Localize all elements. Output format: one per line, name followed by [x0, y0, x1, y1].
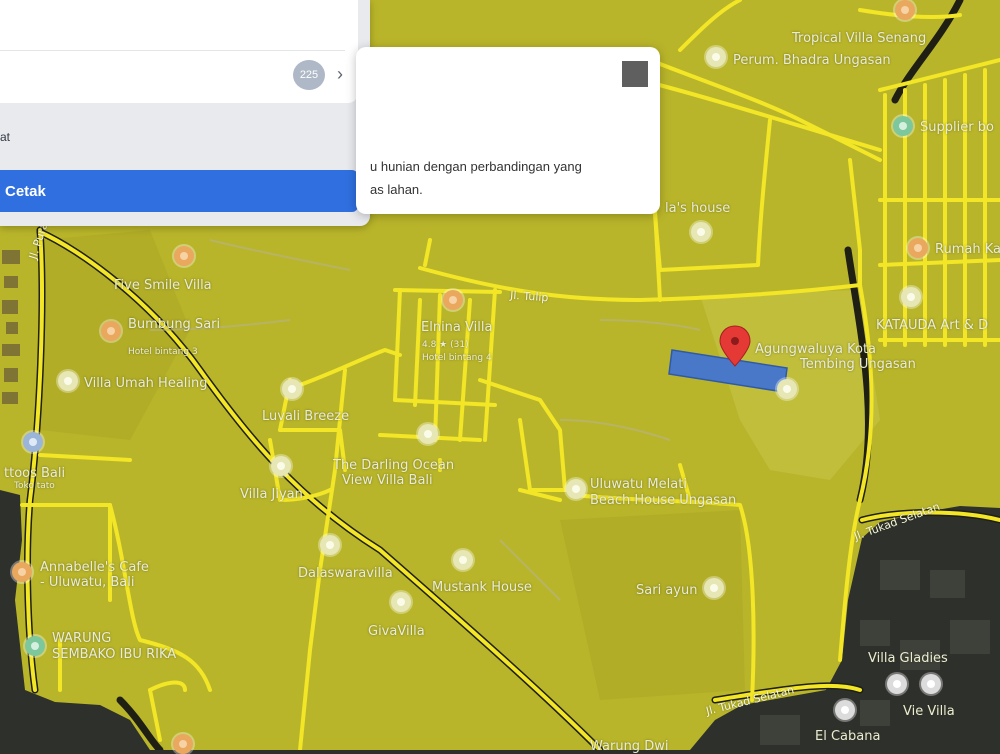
panel-card[interactable]: 225 › — [0, 0, 358, 103]
place-pin-icon[interactable] — [271, 456, 291, 476]
place-pin-icon[interactable] — [706, 47, 726, 67]
hotel-pin-icon[interactable] — [443, 290, 463, 310]
count-badge: 225 — [293, 60, 325, 90]
place-label[interactable]: la's house — [665, 202, 730, 216]
place-label[interactable]: ttoos Bali — [4, 467, 65, 481]
place-pin-icon[interactable] — [320, 535, 340, 555]
place-pin-icon[interactable] — [835, 700, 855, 720]
place-pin-icon[interactable] — [391, 592, 411, 612]
place-label[interactable]: Perum. Bhadra Ungasan — [733, 54, 891, 68]
chevron-right-icon[interactable]: › — [334, 64, 346, 84]
place-sublabel: Toko tato — [14, 481, 55, 491]
place-pin-icon[interactable] — [921, 674, 941, 694]
place-label[interactable]: Luvali Breeze — [262, 410, 349, 424]
shop-pin-icon[interactable] — [23, 432, 43, 452]
place-pin-icon[interactable] — [777, 379, 797, 399]
place-label[interactable]: GivaVilla — [368, 625, 425, 639]
place-label[interactable]: Dalaswaravilla — [298, 567, 393, 581]
place-label[interactable]: Rumah Ka — [935, 243, 1000, 257]
place-label[interactable]: Villa Umah Healing — [84, 377, 208, 391]
place-label[interactable]: - Uluwatu, Bali — [40, 576, 135, 590]
place-label[interactable]: Villa Jiyan — [240, 488, 303, 502]
side-panel: 225 › at Cetak — [0, 0, 370, 226]
place-label[interactable]: Tembing Ungasan — [800, 358, 916, 372]
hotel-pin-icon[interactable] — [173, 734, 193, 754]
place-label[interactable]: Beach House Ungasan — [590, 494, 736, 508]
place-pin-icon[interactable] — [282, 379, 302, 399]
place-sublabel: Hotel bintang 3 — [128, 347, 198, 357]
place-label[interactable]: Villa Gladies — [868, 652, 948, 666]
place-label[interactable]: Mustank House — [432, 581, 532, 595]
place-label[interactable]: The Darling Ocean — [333, 459, 454, 473]
grocery-pin-icon[interactable] — [25, 636, 45, 656]
place-pin-icon[interactable] — [704, 578, 724, 598]
place-pin-icon[interactable] — [58, 371, 78, 391]
place-pin-icon[interactable] — [887, 674, 907, 694]
place-label[interactable]: Tropical Villa Senang — [792, 32, 926, 46]
hotel-pin-icon[interactable] — [174, 246, 194, 266]
hotel-pin-icon[interactable] — [908, 238, 928, 258]
info-popup: u hunian dengan perbandingan yang as lah… — [356, 47, 660, 214]
place-pin-icon[interactable] — [453, 550, 473, 570]
place-label[interactable]: El Cabana — [815, 730, 880, 744]
place-label[interactable]: View Villa Bali — [342, 474, 433, 488]
place-pin-icon[interactable] — [691, 222, 711, 242]
place-label[interactable]: Bumbung Sari — [128, 318, 220, 332]
place-label[interactable]: Elnina Villa — [421, 321, 492, 335]
place-pin-icon[interactable] — [901, 287, 921, 307]
popup-text: as lahan. — [370, 182, 423, 197]
place-label[interactable]: Vie Villa — [903, 705, 955, 719]
place-label[interactable]: Supplier bo — [920, 121, 994, 135]
place-label[interactable]: Warung Dwi — [590, 740, 668, 754]
close-square-icon[interactable] — [622, 61, 648, 87]
road-label: Jl. Tulip — [509, 288, 549, 305]
place-label[interactable]: SEMBAKO IBU RIKA — [52, 648, 176, 662]
place-label[interactable]: Sari ayun — [636, 584, 697, 598]
divider — [0, 50, 345, 51]
place-label[interactable]: Five Smile Villa — [114, 279, 212, 293]
place-rating: 4.8 ★ (31) — [422, 340, 469, 350]
panel-text: at — [0, 130, 11, 144]
popup-text: u hunian dengan perbandingan yang — [370, 159, 582, 174]
print-button[interactable]: Cetak — [0, 170, 358, 212]
place-pin-icon[interactable] — [566, 479, 586, 499]
place-pin-icon[interactable] — [893, 116, 913, 136]
place-label[interactable]: Agungwaluya Kota — [755, 343, 876, 357]
place-label[interactable]: Uluwatu Melati — [590, 478, 687, 492]
food-pin-icon[interactable] — [12, 562, 32, 582]
place-label[interactable]: Annabelle's Cafe — [40, 561, 149, 575]
hotel-pin-icon[interactable] — [101, 321, 121, 341]
place-pin-icon[interactable] — [418, 424, 438, 444]
place-sublabel: Hotel bintang 4 — [422, 353, 492, 363]
place-label[interactable]: WARUNG — [52, 632, 111, 646]
hotel-pin-icon[interactable] — [895, 0, 915, 20]
place-label[interactable]: KATAUDA Art & D — [876, 319, 988, 333]
